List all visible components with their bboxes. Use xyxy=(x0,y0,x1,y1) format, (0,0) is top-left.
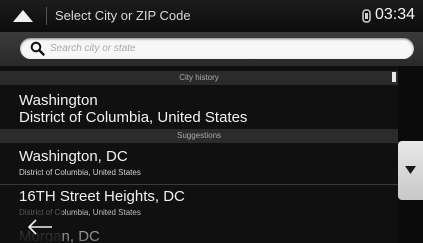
search-box[interactable] xyxy=(20,38,414,59)
city-history-header: City history xyxy=(0,71,398,85)
search-icon xyxy=(30,41,45,56)
search-row xyxy=(0,32,423,66)
item-title: Washington, DC xyxy=(19,148,128,165)
back-arrow-icon[interactable] xyxy=(26,219,54,235)
item-title: 16TH Street Heights, DC xyxy=(19,188,185,205)
search-input[interactable] xyxy=(50,39,400,58)
list-divider xyxy=(0,184,398,185)
up-button[interactable] xyxy=(0,0,46,32)
title-bar: Select City or ZIP Code 03:34 xyxy=(0,0,423,32)
up-arrow-icon xyxy=(13,10,33,22)
title-separator xyxy=(46,7,47,25)
triangle-down-icon xyxy=(405,166,416,174)
results-list: City history Washington District of Colu… xyxy=(0,66,423,243)
page-title: Select City or ZIP Code xyxy=(55,8,191,23)
clock: 03:34 xyxy=(375,6,416,23)
scroll-down-button[interactable] xyxy=(398,141,423,200)
list-item[interactable]: Washington District of Columbia, United … xyxy=(0,88,398,128)
scrollbar-thumb[interactable] xyxy=(392,72,396,82)
item-subtitle: District of Columbia, United States xyxy=(19,168,141,177)
item-subtitle: District of Columbia, United States xyxy=(19,109,248,126)
item-title: Washington xyxy=(19,92,98,109)
suggestions-header: Suggestions xyxy=(0,129,398,143)
list-item[interactable]: Washington, DC District of Columbia, Uni… xyxy=(0,146,398,184)
gps-signal-icon xyxy=(362,9,371,23)
